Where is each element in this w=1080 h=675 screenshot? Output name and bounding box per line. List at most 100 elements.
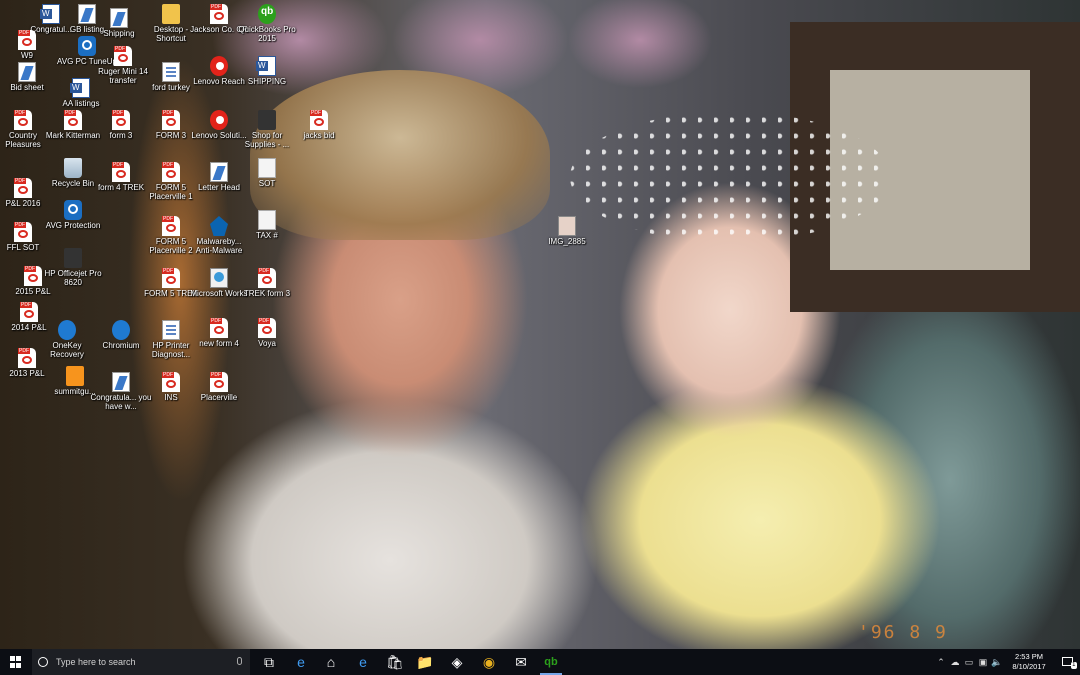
- desktop-icon-label: 2013 P&L: [9, 369, 45, 378]
- desktop-icon-label: SOT: [258, 179, 276, 188]
- file-explorer-icon[interactable]: 📁: [410, 649, 440, 675]
- desktop-icon-label: Letter Head: [198, 183, 240, 192]
- chevron-up-icon[interactable]: ⌃: [934, 657, 948, 668]
- desktop-icon-label: Shop for Supplies - ...: [244, 131, 290, 149]
- avg-file-icon: [64, 200, 82, 220]
- blue-file-icon: [112, 320, 130, 340]
- desktop-icon[interactable]: 2015 P&L: [2, 266, 64, 296]
- desktop-icon-label: Voya: [258, 339, 276, 348]
- desktop-icon-label: new form 4: [199, 339, 239, 348]
- microphone-icon[interactable]: [237, 657, 242, 665]
- desktop-icon-label: INS: [164, 393, 178, 402]
- desktop-icon-label: 2015 P&L: [15, 287, 51, 296]
- bin-file-icon: [64, 158, 82, 178]
- pdf-file-icon: [14, 222, 32, 242]
- quickbooks-icon[interactable]: qb: [536, 649, 566, 675]
- taskbar-search-box[interactable]: Type here to search: [32, 649, 250, 675]
- volume-icon[interactable]: 🔈: [990, 657, 1004, 668]
- mb-file-icon: [210, 216, 228, 236]
- desktop-icon-label: Recycle Bin: [51, 179, 95, 188]
- action-center-button[interactable]: 1: [1054, 656, 1080, 669]
- notification-icon: 1: [1061, 656, 1077, 669]
- desktop-background: '96 8 9 Congratul...GB listingShippingDe…: [0, 0, 1080, 649]
- qb-file-icon: [258, 4, 276, 24]
- desktop-icon-label: SHIPPING: [247, 77, 287, 86]
- desktop-icon-label: IMG_2885: [548, 237, 586, 246]
- desktop-icon-label: FORM 3: [155, 131, 187, 140]
- printer-file-icon: [258, 110, 276, 130]
- blue-file-icon: [58, 320, 76, 340]
- pdf-file-icon: [24, 266, 42, 286]
- pdf-file-icon: [258, 318, 276, 338]
- pdf-file-icon: [162, 268, 180, 288]
- white-file-icon: [258, 158, 276, 178]
- desktop-icon-label: P&L 2016: [5, 199, 41, 208]
- desktop-icon-label: form 4 TREK: [97, 183, 145, 192]
- orange-file-icon: [66, 366, 84, 386]
- chrome-icon[interactable]: ◉: [474, 649, 504, 675]
- desktop-icon[interactable]: Placerville: [188, 372, 250, 402]
- shortcut-file-icon: [18, 62, 36, 82]
- desktop-icon-label: Desktop - Shortcut: [153, 25, 189, 43]
- desktop-icon-label: AA listings: [62, 99, 100, 108]
- doc-file-icon: [162, 320, 180, 340]
- task-view-icon[interactable]: ⧉: [254, 649, 284, 675]
- home-icon[interactable]: ⌂: [316, 649, 346, 675]
- white-file-icon: [258, 210, 276, 230]
- pdf-file-icon: [14, 110, 32, 130]
- cortana-icon: [38, 657, 48, 667]
- desktop-icon[interactable]: IMG_2885: [536, 216, 598, 246]
- desktop-icon[interactable]: TAX #: [236, 210, 298, 240]
- desktop-icon-label: Bid sheet: [10, 83, 44, 92]
- desktop-icon[interactable]: QuickBooks Pro 2015: [236, 4, 298, 43]
- notification-count: 1: [1071, 661, 1077, 669]
- desktop-icon[interactable]: Voya: [236, 318, 298, 348]
- network-icon[interactable]: ▣: [976, 657, 990, 668]
- onedrive-icon[interactable]: ☁: [948, 657, 962, 668]
- desktop-icon-label: Placerville: [200, 393, 238, 402]
- pdf-file-icon: [162, 216, 180, 236]
- pdf-file-icon: [210, 4, 228, 24]
- shortcut-file-icon: [110, 8, 128, 28]
- desktop-icon[interactable]: AA listings: [50, 78, 112, 108]
- desktop-icon-label: jacks bid: [303, 131, 335, 140]
- mail-icon[interactable]: ✉: [506, 649, 536, 675]
- desktop-icon-label: TREK form 3: [243, 289, 291, 298]
- desktop-icon[interactable]: SOT: [236, 158, 298, 188]
- windows-logo-icon: [10, 656, 22, 668]
- system-tray: ⌃ ☁ ▭ ▣ 🔈 2:53 PM 8/10/2017 1: [934, 649, 1080, 675]
- clock[interactable]: 2:53 PM 8/10/2017: [1004, 652, 1054, 672]
- pdf-file-icon: [210, 318, 228, 338]
- pdf-file-icon: [258, 268, 276, 288]
- shortcut-file-icon: [112, 372, 130, 392]
- img-file-icon: [558, 216, 576, 236]
- safari-icon[interactable]: ◈: [442, 649, 472, 675]
- pdf-file-icon: [112, 162, 130, 182]
- start-button[interactable]: [0, 649, 32, 675]
- pdf-file-icon: [114, 46, 132, 66]
- edge-icon[interactable]: e: [286, 649, 316, 675]
- pdf-file-icon: [64, 110, 82, 130]
- flower-crown: [570, 112, 890, 242]
- ie-icon[interactable]: e: [348, 649, 378, 675]
- taskbar: Type here to search ⧉ e ⌂ e 🛍 📁 ◈ ◉ ✉ qb ⌃ ☁ ▭ ▣ …: [0, 649, 1080, 675]
- lenovo-file-icon: [210, 56, 228, 76]
- works-file-icon: [210, 268, 228, 288]
- pdf-file-icon: [162, 372, 180, 392]
- shortcut-file-icon: [210, 162, 228, 182]
- pdf-file-icon: [162, 162, 180, 182]
- store-icon[interactable]: 🛍: [380, 649, 410, 675]
- desktop-icon[interactable]: SHIPPING: [236, 56, 298, 86]
- printer-file-icon: [64, 248, 82, 268]
- pdf-file-icon: [112, 110, 130, 130]
- word-file-icon: [70, 78, 90, 98]
- desktop-icon-label: Chromium: [102, 341, 140, 350]
- pdf-file-icon: [20, 302, 38, 322]
- word-file-icon: [256, 56, 276, 76]
- battery-icon[interactable]: ▭: [962, 657, 976, 668]
- desktop-icon[interactable]: W9: [0, 30, 58, 60]
- pdf-file-icon: [310, 110, 328, 130]
- desktop-icon-label: TAX #: [256, 231, 278, 240]
- desktop-icon[interactable]: jacks bid: [288, 110, 350, 140]
- desktop-icon[interactable]: TREK form 3: [236, 268, 298, 298]
